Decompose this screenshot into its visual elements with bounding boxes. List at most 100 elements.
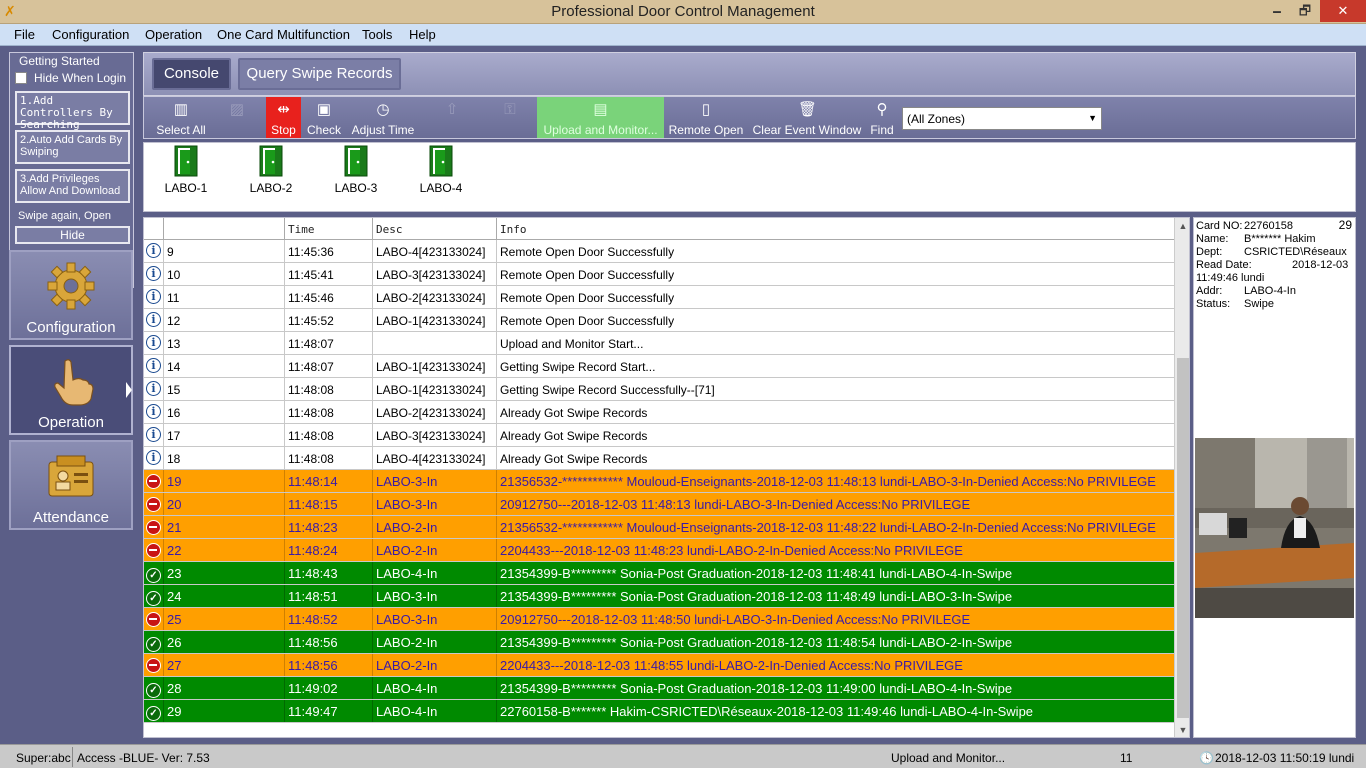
status-bar: Super:abc Access -BLUE- Ver: 7.53 Upload… [0, 744, 1366, 768]
door-labo-1[interactable]: LABO-1 [156, 145, 216, 195]
scrollbar-thumb[interactable] [1177, 358, 1189, 718]
table-row[interactable]: i 11 11:45:46 LABO-2[423133024] Remote Open … [144, 286, 1174, 309]
table-row[interactable]: i 18 11:48:08 LABO-4[423133024] Already Got … [144, 447, 1174, 470]
event-log-rows: i 9 11:45:36 LABO-4[423133024] Remote Open D… [144, 240, 1174, 723]
close-button[interactable]: ✕ [1320, 0, 1366, 22]
read-time-line: 11:49:46 lundi [1196, 272, 1265, 284]
upload-and-monitor-button[interactable]: ▤ Upload and Monitor... [537, 97, 664, 138]
denied-icon [146, 658, 161, 673]
table-row[interactable]: i 12 11:45:52 LABO-1[423133024] Remote Open … [144, 309, 1174, 332]
door-icon [344, 145, 368, 177]
table-row[interactable]: 27 11:48:56 LABO-2-In 2204433---2018-12-03 … [144, 654, 1174, 677]
header-id-col[interactable] [164, 218, 285, 240]
header-desc[interactable]: Desc [373, 218, 497, 240]
lock-button[interactable]: ⚿ [495, 97, 525, 138]
upload-arrow-button[interactable]: ⇧ [437, 97, 467, 138]
monitor-chart-button[interactable]: ▨ [222, 97, 252, 138]
table-row[interactable]: i 13 11:48:07 Upload and Monitor Start... [144, 332, 1174, 355]
row-time: 11:45:41 [285, 263, 373, 285]
row-desc: LABO-2-In [373, 516, 497, 538]
nav-configuration-button[interactable]: Configuration [9, 250, 133, 340]
denied-icon [146, 612, 161, 627]
table-row[interactable]: 25 11:48:52 LABO-3-In 20912750---2018-12-03… [144, 608, 1174, 631]
menu-help[interactable]: Help [409, 27, 436, 42]
header-info[interactable]: Info [497, 218, 1174, 240]
maximize-button[interactable]: 🗗 [1290, 0, 1320, 22]
table-row[interactable]: ✓ 23 11:48:43 LABO-4-In 21354399-B********* … [144, 562, 1174, 585]
row-icon-cell: ✓ [144, 677, 164, 699]
checkbox-box[interactable] [15, 72, 27, 84]
row-time: 11:48:43 [285, 562, 373, 584]
status-datetime: 2018-12-03 11:50:19 lundi [1215, 751, 1355, 765]
adjust-time-button[interactable]: ◷ Adjust Time [348, 97, 418, 138]
menu-operation[interactable]: Operation [145, 27, 202, 42]
door-label: LABO-1 [164, 181, 208, 195]
menu-configuration[interactable]: Configuration [52, 27, 129, 42]
table-row[interactable]: i 10 11:45:41 LABO-3[423133024] Remote Open … [144, 263, 1174, 286]
remote-open-button[interactable]: ▯ Remote Open [667, 97, 745, 138]
query-swipe-records-button[interactable]: Query Swipe Records [238, 58, 401, 90]
select-all-button[interactable]: ▥ Select All [150, 97, 212, 138]
clear-event-window-button[interactable]: 🗑 Clear Event Window [751, 97, 863, 138]
table-row[interactable]: 19 11:48:14 LABO-3-In 21356532-************… [144, 470, 1174, 493]
row-icon-cell: i [144, 309, 164, 331]
table-row[interactable]: i 17 11:48:08 LABO-3[423133024] Already Got … [144, 424, 1174, 447]
event-log-scrollbar[interactable]: ▲ ▼ [1174, 218, 1189, 737]
menu-tools[interactable]: Tools [362, 27, 392, 42]
table-row[interactable]: 20 11:48:15 LABO-3-In 20912750---2018-12-03… [144, 493, 1174, 516]
info-icon: i [146, 427, 161, 442]
nav-operation-button[interactable]: Operation [9, 345, 133, 435]
door-labo-2[interactable]: LABO-2 [241, 145, 301, 195]
scroll-up-icon[interactable]: ▲ [1175, 218, 1189, 235]
console-button[interactable]: Console [152, 58, 231, 90]
row-time: 11:48:08 [285, 401, 373, 423]
clock-icon: ◷ [376, 101, 390, 118]
hide-when-login-checkbox[interactable]: Hide When Login [15, 71, 126, 85]
table-row[interactable]: 22 11:48:24 LABO-2-In 2204433---2018-12-03 … [144, 539, 1174, 562]
row-desc: LABO-3-In [373, 608, 497, 630]
table-row[interactable]: ✓ 26 11:48:56 LABO-2-In 21354399-B********* … [144, 631, 1174, 654]
dept-value: CSRICTED\Réseaux [1244, 246, 1347, 258]
row-desc: LABO-4-In [373, 700, 497, 722]
minimize-button[interactable]: 🗕 [1262, 0, 1292, 22]
card-no-value: 22760158 [1244, 220, 1293, 232]
table-row[interactable]: ✓ 24 11:48:51 LABO-3-In 21354399-B********* … [144, 585, 1174, 608]
step-auto-add-cards-button[interactable]: 2.Auto Add Cards By Swiping [15, 130, 130, 164]
row-icon-cell: ✓ [144, 700, 164, 722]
row-desc: LABO-4[423133024] [373, 240, 497, 262]
adjust-time-label: Adjust Time [351, 123, 415, 137]
row-time: 11:48:14 [285, 470, 373, 492]
stop-button[interactable]: ⇹ Stop [266, 97, 301, 138]
row-info: 21356532-************ Mouloud-Enseignant… [500, 520, 1156, 535]
table-row[interactable]: ✓ 29 11:49:47 LABO-4-In 22760158-B******* Ha… [144, 700, 1174, 723]
zone-select[interactable]: (All Zones) ▼ [902, 107, 1102, 130]
row-id: 23 [164, 562, 285, 584]
menu-one-card-multifunction[interactable]: One Card Multifunction [217, 27, 350, 42]
table-row[interactable]: 21 11:48:23 LABO-2-In 21356532-************… [144, 516, 1174, 539]
remote-open-label: Remote Open [668, 123, 744, 137]
table-row[interactable]: i 9 11:45:36 LABO-4[423133024] Remote Open D… [144, 240, 1174, 263]
table-row[interactable]: i 14 11:48:07 LABO-1[423133024] Getting Swip… [144, 355, 1174, 378]
menu-file[interactable]: File [14, 27, 35, 42]
row-icon-cell [144, 516, 164, 538]
find-button[interactable]: ⚲ Find [866, 97, 898, 138]
row-icon-cell: i [144, 447, 164, 469]
step-add-privileges-button[interactable]: 3.Add Privileges Allow And Download [15, 169, 130, 203]
check-button[interactable]: ▣ Check [304, 97, 344, 138]
header-icon-col[interactable] [144, 218, 164, 240]
door-labo-4[interactable]: LABO-4 [411, 145, 471, 195]
hide-button[interactable]: Hide [15, 226, 130, 244]
table-row[interactable]: ✓ 28 11:49:02 LABO-4-In 21354399-B********* … [144, 677, 1174, 700]
row-icon-cell: i [144, 286, 164, 308]
step-add-controllers-button[interactable]: 1.Add Controllers By Searching [15, 91, 130, 131]
header-time[interactable]: Time [285, 218, 373, 240]
window-title: Professional Door Control Management [551, 3, 815, 20]
table-row[interactable]: i 15 11:48:08 LABO-1[423133024] Getting Swip… [144, 378, 1174, 401]
left-panel: Getting Started Hide When Login 1.Add Co… [0, 46, 140, 744]
lock-icon: ⚿ [504, 101, 516, 118]
table-row[interactable]: i 16 11:48:08 LABO-2[423133024] Already Got … [144, 401, 1174, 424]
row-time: 11:48:07 [285, 355, 373, 377]
scroll-down-icon[interactable]: ▼ [1175, 722, 1189, 737]
nav-attendance-button[interactable]: Attendance [9, 440, 133, 530]
door-labo-3[interactable]: LABO-3 [326, 145, 386, 195]
